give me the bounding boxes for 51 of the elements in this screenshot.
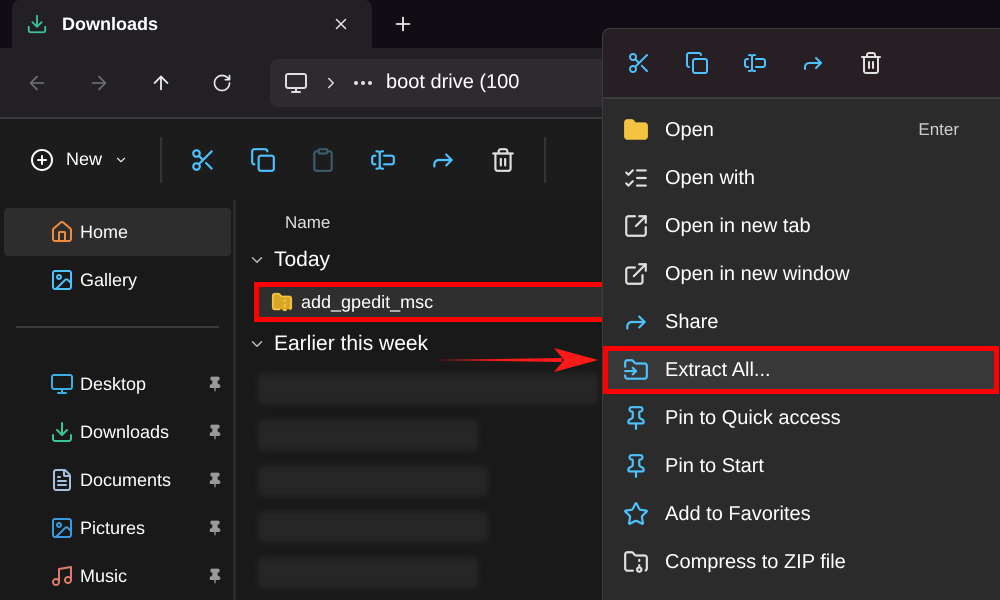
sidebar-item[interactable]: Music xyxy=(4,552,231,600)
new-tab-icon xyxy=(623,213,649,239)
refresh-icon xyxy=(212,72,232,93)
picture-icon xyxy=(50,268,74,292)
scissors-icon xyxy=(627,51,651,75)
sidebar-item[interactable]: Gallery xyxy=(4,256,231,304)
zip-folder-icon xyxy=(623,549,649,575)
sidebar-item[interactable]: Documents xyxy=(4,456,231,504)
star-icon xyxy=(623,501,649,527)
monitor-icon xyxy=(284,70,308,95)
menu-item[interactable]: Open in new tab xyxy=(603,202,1000,250)
group-header: Today xyxy=(274,248,330,272)
zip-folder-icon xyxy=(271,291,293,313)
pin-icon xyxy=(207,472,223,488)
sidebar-item[interactable]: Pictures xyxy=(4,504,231,552)
sidebar-item[interactable]: Desktop xyxy=(4,360,231,408)
menu-item[interactable]: Add to Favorites xyxy=(603,490,1000,538)
monitor-icon xyxy=(50,372,74,396)
trash-icon xyxy=(490,146,516,173)
menu-item[interactable]: Pin to Start xyxy=(603,442,1000,490)
copy-icon xyxy=(250,146,276,173)
sidebar-item[interactable]: Downloads xyxy=(4,408,231,456)
menu-item[interactable]: Extract All... xyxy=(603,346,999,394)
pin-icon xyxy=(207,568,223,584)
download-icon xyxy=(26,13,48,35)
download-icon xyxy=(50,420,74,444)
menu-item[interactable]: Compress to ZIP file xyxy=(603,538,1000,586)
sidebar-item[interactable]: Home xyxy=(4,208,231,256)
house-icon xyxy=(50,220,74,244)
browser-tab[interactable]: Downloads xyxy=(12,0,372,48)
new-button[interactable]: New xyxy=(20,142,138,178)
group-header: Earlier this week xyxy=(274,332,428,356)
breadcrumb[interactable]: boot drive (100 xyxy=(386,71,520,94)
shortcut-text: Enter xyxy=(918,120,959,140)
document-icon xyxy=(50,468,74,492)
picture-icon xyxy=(50,516,74,540)
plus-circle-icon xyxy=(30,148,54,172)
copy-icon xyxy=(685,51,709,75)
external-link-icon xyxy=(623,261,649,287)
pin-icon xyxy=(207,376,223,392)
music-icon xyxy=(50,564,74,588)
menu-item[interactable]: Open Enter xyxy=(603,106,1000,154)
pin-icon xyxy=(207,520,223,536)
ellipsis-icon xyxy=(354,80,372,85)
menu-item[interactable]: Pin to Quick access xyxy=(603,394,1000,442)
tab-title: Downloads xyxy=(62,14,160,34)
folder-icon xyxy=(623,117,649,143)
trash-icon xyxy=(859,51,883,75)
pin-icon xyxy=(207,424,223,440)
rename-icon xyxy=(743,51,767,75)
menu-item[interactable]: Open with xyxy=(603,154,1000,202)
